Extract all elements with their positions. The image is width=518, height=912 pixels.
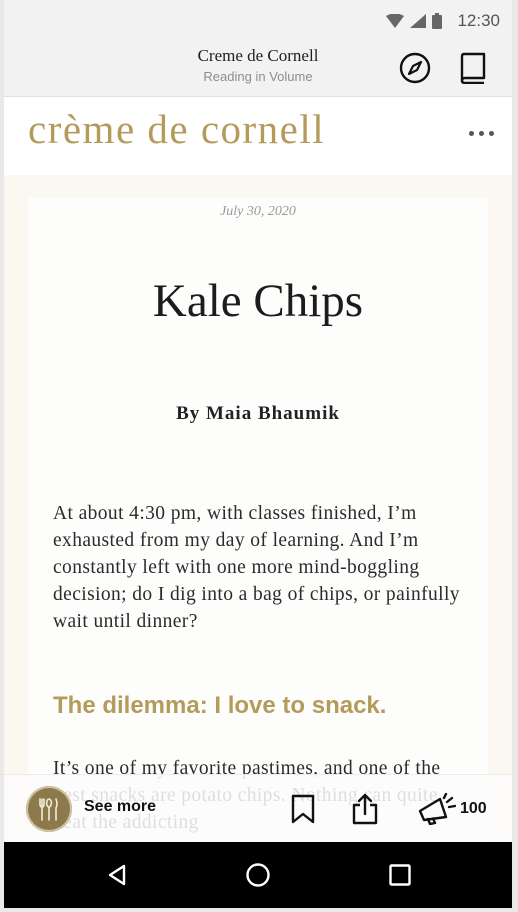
publication-header: crème de cornell (4, 97, 512, 175)
library-button[interactable] (455, 50, 491, 86)
article-paragraph: At about 4:30 pm, with classes finished,… (53, 503, 460, 632)
battery-icon (432, 13, 442, 29)
app-bar: Creme de Cornell Reading in Volume (4, 42, 512, 97)
more-dot-icon (479, 131, 484, 136)
article-byline: By Maia Bhaumik (176, 403, 340, 424)
article-date: July 30, 2020 (220, 204, 296, 219)
nav-home-button[interactable] (242, 859, 274, 891)
compass-icon (399, 52, 431, 84)
nav-back-button[interactable] (101, 859, 133, 891)
recents-square-icon (389, 864, 411, 886)
publication-avatar[interactable] (26, 786, 72, 832)
see-more-button[interactable]: See more (84, 798, 156, 816)
signal-icon (410, 14, 426, 28)
explore-button[interactable] (397, 50, 433, 86)
more-options-button[interactable] (469, 131, 494, 136)
nav-recents-button[interactable] (384, 859, 416, 891)
book-icon (460, 52, 486, 84)
cheer-button[interactable] (414, 791, 458, 827)
app-subtitle: Reading in Volume (203, 69, 313, 84)
bookmark-button[interactable] (286, 791, 320, 827)
status-time: 12:30 (457, 11, 500, 30)
more-dot-icon (489, 131, 494, 136)
cheer-count: 100 (460, 800, 487, 817)
home-circle-icon (246, 863, 270, 887)
action-bar: See more 100 (4, 774, 512, 843)
more-dot-icon (469, 131, 474, 136)
status-icons (386, 13, 442, 29)
system-nav-bar (4, 842, 512, 908)
bookmark-icon (291, 794, 315, 824)
wifi-icon (386, 14, 404, 28)
megaphone-icon (418, 793, 456, 825)
utensils-icon (39, 798, 58, 821)
share-icon (352, 793, 378, 825)
article-subheading: The dilemma: I love to snack. (53, 692, 387, 719)
publication-logo[interactable]: crème de cornell (28, 105, 325, 153)
article-headline: Kale Chips (152, 275, 364, 327)
status-bar: 12:30 (4, 0, 512, 42)
back-triangle-icon (108, 864, 126, 886)
app-title: Creme de Cornell (197, 46, 319, 65)
share-button[interactable] (348, 791, 382, 827)
app-screen: 12:30 Creme de Cornell Reading in Volume… (4, 0, 512, 908)
